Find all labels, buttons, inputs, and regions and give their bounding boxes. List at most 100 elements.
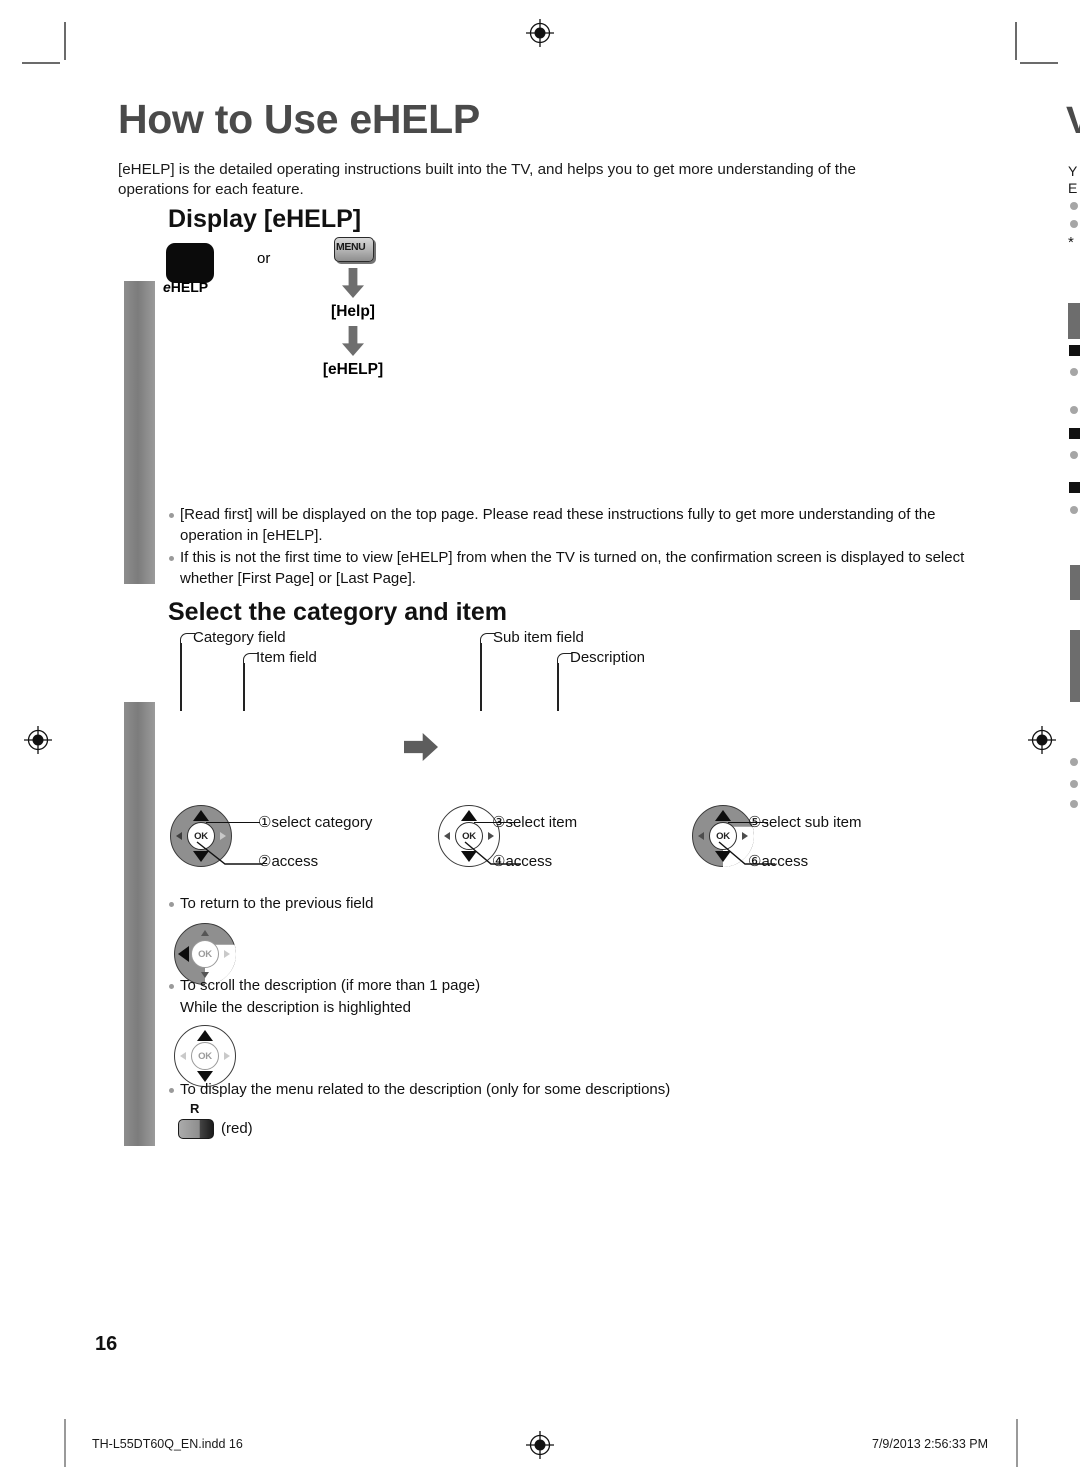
flow-step-ehelp: [eHELP] (322, 361, 384, 378)
page-number: 16 (95, 1333, 118, 1355)
dpad2-step1-label: ③select item (492, 813, 577, 831)
dpad3-step2-label: ⑥access (748, 852, 808, 870)
dpad-right-icon[interactable] (488, 832, 494, 840)
step-text: select sub item (761, 814, 862, 831)
callout-label: Item field (256, 649, 317, 666)
red-remote-key[interactable] (178, 1119, 214, 1139)
menu-remote-key-label: MENU (336, 241, 366, 253)
bleed-bullet-1 (1070, 202, 1078, 210)
dpad-ok-button[interactable]: OK (191, 1042, 219, 1070)
registration-mark-top (526, 19, 554, 47)
step-number: ① (258, 814, 272, 831)
bleed-bullet-5 (1070, 451, 1078, 459)
section-band-display (124, 281, 155, 584)
callout-stem (243, 663, 245, 711)
bleed-band-1 (1068, 303, 1080, 339)
footer-rule-right (1016, 1419, 1018, 1467)
display-note-1: [Read first] will be displayed on the to… (168, 505, 968, 546)
bleed-bullet-7 (1070, 758, 1078, 766)
crop-mark-top-left-horizontal (22, 62, 60, 64)
bleed-square-3 (1069, 482, 1080, 493)
bleed-bullet-9 (1070, 800, 1078, 808)
crop-mark-top-right-vertical (1015, 22, 1017, 60)
registration-mark-left (24, 726, 52, 754)
bleed-bullet-8 (1070, 780, 1078, 788)
dpad-up-icon[interactable] (193, 810, 209, 821)
intro-paragraph: [eHELP] is the detailed operating instru… (118, 161, 856, 198)
step-number: ③ (492, 814, 506, 831)
bleed-facing-page-title: V (1066, 100, 1080, 142)
tip-scroll-description: To scroll the description (if more than … (168, 976, 788, 1018)
step-number: ⑤ (748, 814, 762, 831)
dpad-scroll-description[interactable]: OK (174, 1025, 236, 1087)
dpad-right-icon[interactable] (742, 832, 748, 840)
flow-arrow-down-2 (342, 326, 364, 356)
dpad2-step2-label: ④access (492, 852, 552, 870)
callout-label: Description (570, 649, 646, 666)
step-number: ④ (492, 853, 506, 870)
red-key-letter: R (190, 1101, 200, 1116)
dpad3-step1-label: ⑤select sub item (748, 813, 862, 831)
display-notes: [Read first] will be displayed on the to… (168, 505, 968, 589)
ehelp-remote-key[interactable] (166, 243, 214, 283)
dpad-left-icon[interactable] (180, 1052, 186, 1060)
flow-arrow-down-1 (342, 268, 364, 298)
bleed-bullet-3 (1070, 368, 1078, 376)
step-text: access (761, 853, 809, 870)
dpad-right-icon[interactable] (224, 950, 230, 958)
ehelp-remote-key-label: eHELP (163, 279, 208, 295)
callout-stem (557, 663, 559, 711)
dpad1-leader-1 (206, 822, 260, 824)
step-text: select item (505, 814, 578, 831)
footer-rule-left (64, 1419, 66, 1467)
bleed-bullet-6 (1070, 506, 1078, 514)
dpad-up-icon[interactable] (461, 810, 477, 821)
tip-return-previous: To return to the previous field (168, 894, 768, 915)
bleed-band-3 (1070, 630, 1080, 702)
dpad-up-icon[interactable] (715, 810, 731, 821)
registration-mark-right (1028, 726, 1056, 754)
footer-timestamp: 7/9/2013 2:56:33 PM (872, 1437, 989, 1451)
step-text: select category (271, 814, 373, 831)
tip-display-menu-text: To display the menu related to the descr… (168, 1080, 868, 1101)
callout-label: Category field (193, 629, 286, 646)
registration-mark-footer (526, 1431, 554, 1459)
document-page: How to Use eHELP [eHELP] is the detailed… (0, 0, 1080, 1479)
heading-select-category: Select the category and item (168, 598, 508, 626)
step-number: ② (258, 853, 272, 870)
dpad-up-icon[interactable] (201, 930, 209, 936)
step-text: access (505, 853, 553, 870)
step-number: ⑥ (748, 853, 762, 870)
display-note-2: If this is not the first time to view [e… (168, 548, 968, 589)
dpad-left-icon[interactable] (698, 832, 704, 840)
callout-stem (480, 643, 482, 711)
dpad-left-icon[interactable] (444, 832, 450, 840)
dpad-ok-button[interactable]: OK (191, 940, 219, 968)
dpad1-step1-label: ①select category (258, 813, 372, 831)
menu-remote-key[interactable]: MENU (334, 237, 374, 262)
dpad-up-icon[interactable] (197, 1030, 213, 1041)
tip-scroll-description-text: To scroll the description (if more than … (168, 976, 788, 997)
dpad-right-icon[interactable] (224, 1052, 230, 1060)
red-key-caption: (red) (221, 1120, 253, 1137)
dpad-left-icon[interactable] (178, 946, 189, 962)
bleed-facing-line-2: E (1068, 180, 1078, 196)
dpad1-step2-label: ②access (258, 852, 318, 870)
bleed-square-1 (1069, 345, 1080, 356)
bleed-facing-line-1: Y (1068, 163, 1078, 179)
flow-step-help: [Help] (331, 303, 375, 320)
section-band-select (124, 702, 155, 1146)
dpad-right-icon[interactable] (220, 832, 226, 840)
bleed-bullet-4 (1070, 406, 1078, 414)
ehelp-key-label-e: e (163, 279, 171, 295)
dpad1-leader-2 (196, 841, 263, 865)
heading-display-ehelp: Display [eHELP] (168, 205, 362, 233)
tip-scroll-description-subtext: While the description is highlighted (180, 998, 411, 1016)
dpad-left-icon[interactable] (176, 832, 182, 840)
crop-mark-top-right-horizontal (1020, 62, 1058, 64)
bleed-bullet-2 (1070, 220, 1078, 228)
bleed-band-2 (1070, 565, 1080, 600)
tip-return-previous-text: To return to the previous field (168, 894, 768, 915)
ehelp-key-label-help: HELP (170, 279, 209, 295)
bleed-square-2 (1069, 428, 1080, 439)
